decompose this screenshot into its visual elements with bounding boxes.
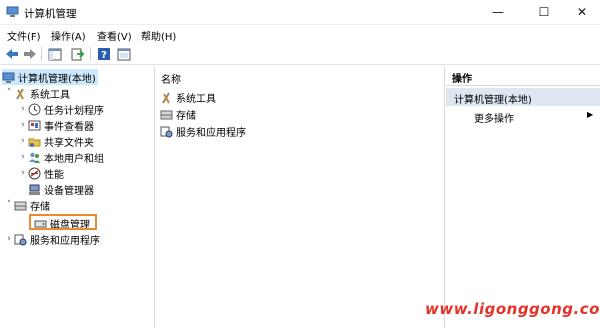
chevron-right-icon[interactable]: › <box>18 120 28 130</box>
menu-action[interactable]: 操作(A) <box>51 28 86 43</box>
list-item[interactable]: 服务和应用程序 <box>160 123 246 139</box>
chevron-right-icon[interactable]: › <box>18 104 28 114</box>
menu-view[interactable]: 查看(V) <box>97 28 132 43</box>
chevron-right-icon[interactable]: › <box>4 234 14 244</box>
computer-management-icon <box>6 6 19 18</box>
caret-right-icon[interactable]: ▶ <box>587 110 593 119</box>
actions-title: 操作 <box>446 66 600 86</box>
menu-help[interactable]: 帮助(H) <box>141 28 176 43</box>
storage-icon <box>14 199 27 212</box>
tree-item-label: 性能 <box>44 169 64 181</box>
chevron-right-icon[interactable]: › <box>18 152 28 162</box>
console-tree: 计算机管理(本地) ˅ 系统工具 › 任务计划程序 › 事件查看器 › 共享文件… <box>0 66 155 328</box>
results-pane: 名称 系统工具 存储 服务和应用程序 <box>156 66 445 328</box>
services-icon <box>160 125 173 138</box>
toolbar: ? <box>0 43 600 65</box>
menu-bar: 文件(F) 操作(A) 查看(V) 帮助(H) <box>0 25 600 43</box>
actions-section-header[interactable]: 计算机管理(本地) <box>446 88 600 106</box>
export-list-icon[interactable] <box>70 46 86 62</box>
tree-root[interactable]: 计算机管理(本地) <box>2 69 98 85</box>
title-bar: 计算机管理 — ☐ ✕ <box>0 0 600 25</box>
chevron-down-icon[interactable]: ˅ <box>4 88 14 98</box>
tree-item-task-scheduler[interactable]: › 任务计划程序 <box>18 101 104 117</box>
list-item-label: 存储 <box>176 110 196 122</box>
tree-item-label: 服务和应用程序 <box>30 235 100 247</box>
tree-item-event-viewer[interactable]: › 事件查看器 <box>18 117 94 133</box>
more-actions-link[interactable]: 更多操作 <box>474 110 514 125</box>
menu-file[interactable]: 文件(F) <box>7 28 41 43</box>
disk-management-highlight <box>29 214 97 230</box>
actions-pane: 操作 计算机管理(本地) 更多操作 ▶ <box>446 66 600 328</box>
tree-root-label: 计算机管理(本地) <box>18 73 96 85</box>
tree-item-services[interactable]: › 服务和应用程序 <box>4 231 100 247</box>
list-item[interactable]: 系统工具 <box>160 89 216 105</box>
chevron-right-icon[interactable]: › <box>18 168 28 178</box>
clock-icon <box>28 103 41 116</box>
tree-item-performance[interactable]: › 性能 <box>18 165 64 181</box>
event-viewer-icon <box>28 119 41 132</box>
shared-folder-icon <box>28 135 41 148</box>
properties-icon[interactable] <box>116 46 132 62</box>
window-title: 计算机管理 <box>24 8 77 20</box>
tree-item-local-users[interactable]: › 本地用户和组 <box>18 149 104 165</box>
column-header-name[interactable]: 名称 <box>161 71 181 86</box>
tree-item-shared-folders[interactable]: › 共享文件夹 <box>18 133 94 149</box>
tree-item-label: 设备管理器 <box>44 185 94 197</box>
svg-text:?: ? <box>101 50 107 61</box>
performance-icon <box>28 167 41 180</box>
chevron-down-icon[interactable]: ˅ <box>4 200 14 210</box>
close-button[interactable]: ✕ <box>562 0 600 25</box>
tree-item-label: 任务计划程序 <box>44 105 104 117</box>
list-item-label: 服务和应用程序 <box>176 127 246 139</box>
watermark: www.ligonggong.com <box>425 300 600 318</box>
device-manager-icon <box>28 183 41 196</box>
tree-item-label: 共享文件夹 <box>44 137 94 149</box>
list-item[interactable]: 存储 <box>160 106 196 122</box>
toolbar-separator <box>90 47 91 61</box>
maximize-button[interactable]: ☐ <box>524 0 564 25</box>
users-icon <box>28 151 41 164</box>
list-item-label: 系统工具 <box>176 93 216 105</box>
tree-item-label: 系统工具 <box>30 89 70 101</box>
forward-arrow-icon[interactable] <box>22 46 38 62</box>
computer-icon <box>2 71 15 84</box>
show-hide-tree-icon[interactable] <box>47 46 63 62</box>
help-icon[interactable]: ? <box>96 46 112 62</box>
tools-icon <box>14 87 27 100</box>
minimize-button[interactable]: — <box>478 0 518 25</box>
storage-icon <box>160 108 173 121</box>
chevron-right-icon[interactable]: › <box>18 136 28 146</box>
tree-item-label: 本地用户和组 <box>44 153 104 165</box>
tools-icon <box>160 91 173 104</box>
tree-item-system-tools[interactable]: ˅ 系统工具 <box>4 85 70 101</box>
tree-item-device-manager[interactable]: 设备管理器 <box>28 181 94 197</box>
toolbar-separator <box>41 47 42 61</box>
back-arrow-icon[interactable] <box>4 46 20 62</box>
tree-item-label: 事件查看器 <box>44 121 94 133</box>
tree-item-label: 存储 <box>30 201 50 213</box>
services-icon <box>14 233 27 246</box>
tree-item-storage[interactable]: ˅ 存储 <box>4 197 50 213</box>
